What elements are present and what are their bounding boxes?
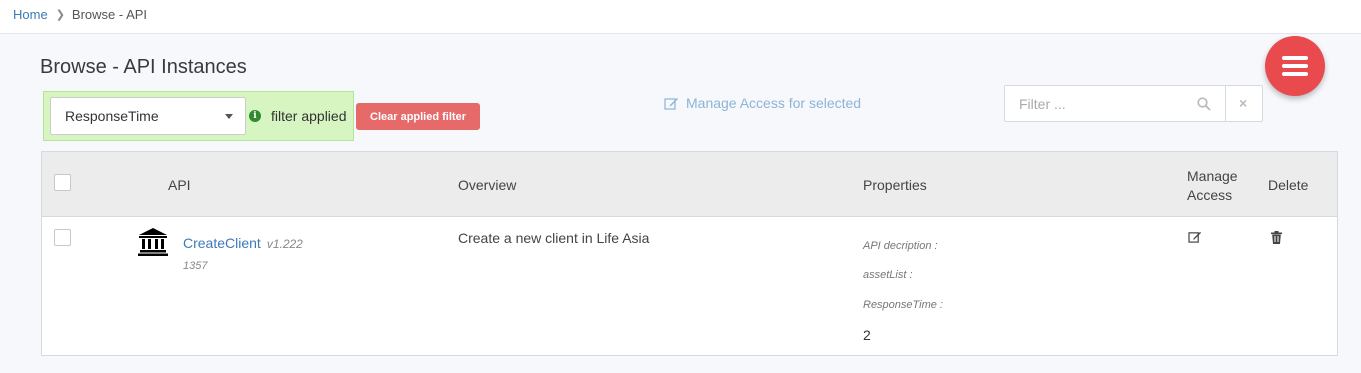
api-overview: Create a new client in Life Asia [458,230,650,246]
header-manage-access: Manage Access [1187,168,1238,203]
header-overview: Overview [458,177,517,193]
property-value: 2 [863,327,871,343]
property-label: API decription : [863,240,938,252]
info-icon: i [249,110,261,122]
search-icon[interactable] [1197,97,1211,111]
select-all-checkbox[interactable] [54,174,71,191]
hamburger-icon [1282,56,1308,60]
manage-access-selected-label: Manage Access for selected [686,95,862,111]
filter-select[interactable]: ResponseTime [50,97,246,135]
main-menu-button[interactable] [1265,36,1325,96]
search-box: × [1004,85,1263,122]
api-name-link[interactable]: CreateClient [183,235,261,251]
clear-filter-button[interactable]: Clear applied filter [356,103,480,130]
header-delete: Delete [1268,177,1309,193]
manage-access-selected-link[interactable]: Manage Access for selected [664,95,861,111]
filter-search-input[interactable] [1005,86,1225,121]
api-id: 1357 [183,260,208,272]
clear-search-button[interactable]: × [1225,86,1263,121]
property-label: ResponseTime : [863,299,943,311]
trash-icon[interactable] [1271,231,1282,244]
top-bar: Home ❯ Browse - API [0,0,1361,34]
row-checkbox[interactable] [54,229,71,246]
edit-icon [664,97,678,110]
page-title: Browse - API Instances [40,56,247,78]
close-icon: × [1239,95,1248,111]
filter-status-text: filter applied [271,108,347,124]
breadcrumb: Home ❯ Browse - API [13,7,147,22]
breadcrumb-current: Browse - API [71,7,148,22]
caret-down-icon [225,114,233,119]
edit-icon[interactable] [1188,231,1202,243]
property-label: assetList : [863,269,913,281]
header-properties: Properties [863,177,927,193]
api-version: v1.222 [266,237,303,251]
api-instances-table: API Overview Properties Manage Access De… [41,151,1338,356]
breadcrumb-home-link[interactable]: Home [13,7,48,22]
chevron-right-icon: ❯ [55,9,65,21]
filter-panel: ResponseTime i filter applied [43,91,354,141]
header-api: API [168,177,191,193]
bank-icon [138,228,168,256]
filter-select-value: ResponseTime [65,108,159,124]
table-header: API Overview Properties Manage Access De… [42,152,1337,217]
